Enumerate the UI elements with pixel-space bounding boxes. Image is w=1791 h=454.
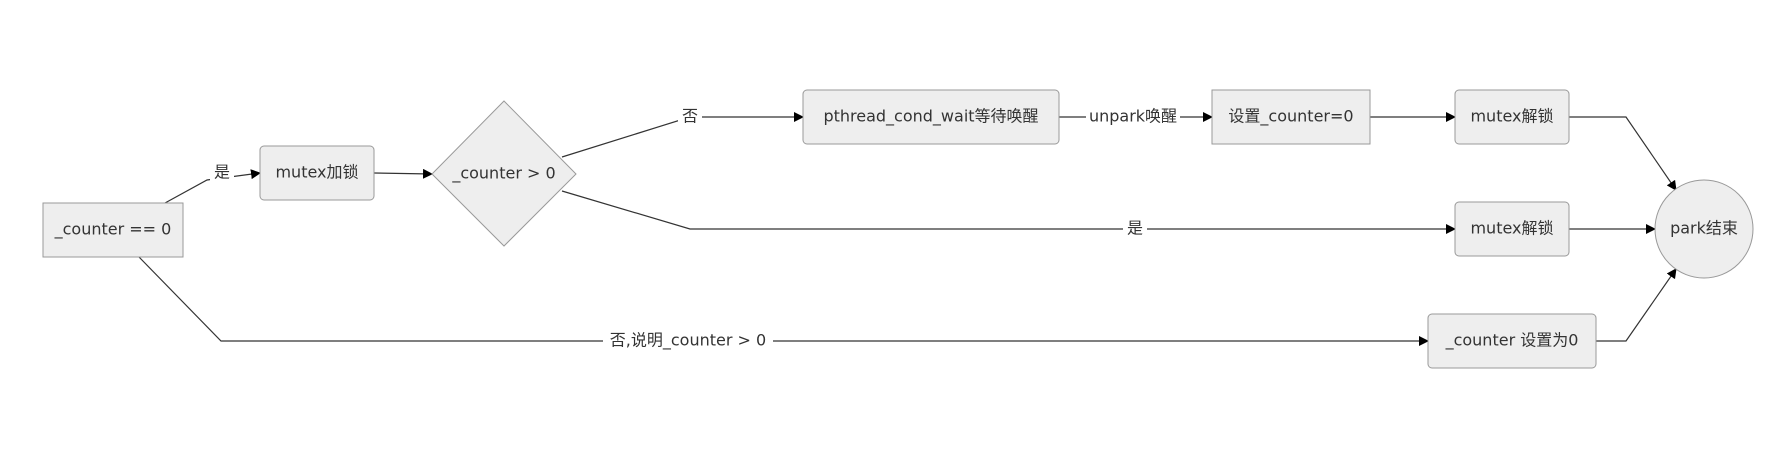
node-label: mutex解锁 [1470,219,1553,238]
node-label: mutex解锁 [1470,107,1553,126]
node-mutex-unlock-middle: mutex解锁 [1454,201,1570,257]
edge-label-start-no: 否,说明_counter > 0 [610,331,766,351]
node-mutex-lock: mutex加锁 [259,145,375,201]
edge-label-unpark: unpark唤醒 [1089,107,1177,126]
node-label: mutex加锁 [275,163,358,182]
node-label: pthread_cond_wait等待唤醒 [823,107,1038,127]
node-label: _counter == 0 [54,220,172,240]
node-set-counter-zero: 设置_counter=0 [1211,89,1371,145]
edge-label-decision-no: 否 [682,107,698,126]
node-mutex-unlock-top: mutex解锁 [1454,89,1570,145]
park-flowchart: 是 否 unpark唤醒 是 否,说明_counter > 0 _counter… [42,89,1754,369]
node-counter-reset-zero: _counter 设置为0 [1427,313,1597,369]
edge-start-to-reset [138,256,1429,346]
edge-label-decision-yes: 是 [1127,219,1143,238]
edge-unlock-top-to-end [1569,116,1677,191]
node-label: _counter > 0 [451,164,555,184]
node-pthread-cond-wait: pthread_cond_wait等待唤醒 [802,89,1060,145]
edge-lock-to-decision [373,168,433,179]
node-label: park结束 [1670,219,1738,238]
edge-reset-to-end [1596,268,1677,342]
node-label: 设置_counter=0 [1228,107,1353,127]
node-counter-equals-zero: _counter == 0 [42,202,184,258]
edge-decision-to-unlock-mid [561,190,1456,234]
node-label: _counter 设置为0 [1445,331,1579,351]
node-park-end: park结束 [1654,179,1754,279]
edge-label-start-yes: 是 [214,163,230,182]
node-decision-counter-gt-zero: _counter > 0 [431,100,577,247]
